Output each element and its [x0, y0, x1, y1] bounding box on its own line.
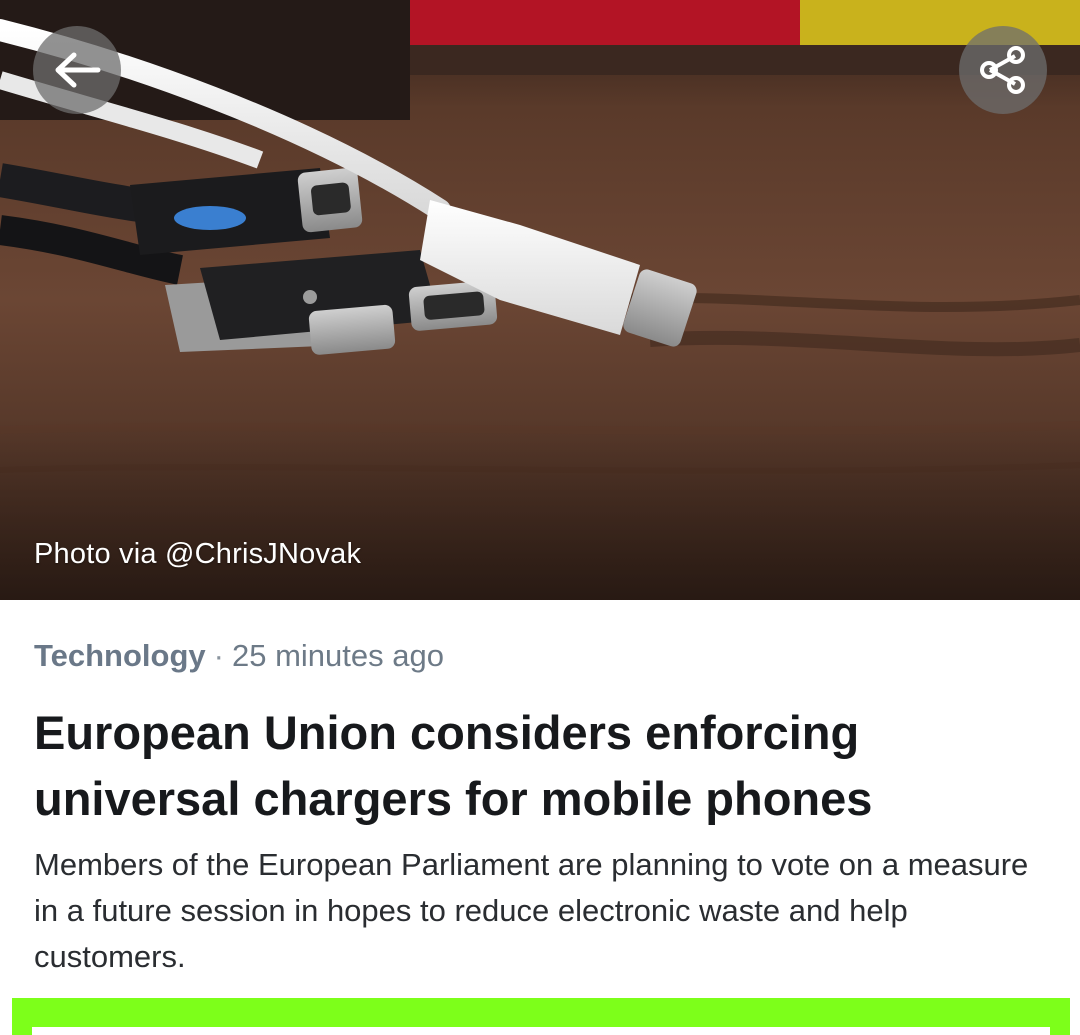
share-button[interactable]: [959, 26, 1047, 114]
arrow-left-icon: [55, 52, 101, 88]
article-meta: Technology · 25 minutes ago: [34, 638, 444, 674]
card-body: [32, 1027, 1050, 1035]
back-button[interactable]: [33, 26, 121, 114]
meta-separator: ·: [213, 638, 224, 673]
share-icon: [980, 46, 1025, 94]
timestamp: 25 minutes ago: [231, 638, 444, 673]
usb-c-cables-photo: [0, 0, 1080, 600]
photo-credit: Photo via @ChrisJNovak: [34, 538, 362, 570]
hero-image: Photo via @ChrisJNovak: [0, 0, 1080, 600]
category-link[interactable]: Technology: [34, 638, 206, 673]
article-summary: Members of the European Parliament are p…: [34, 847, 1029, 974]
highlighted-card[interactable]: [12, 998, 1070, 1035]
article-page: Photo via @ChrisJNovak Technology · 25 min…: [0, 0, 1080, 1035]
article-headline[interactable]: European Union considers enforcing unive…: [34, 700, 1044, 832]
